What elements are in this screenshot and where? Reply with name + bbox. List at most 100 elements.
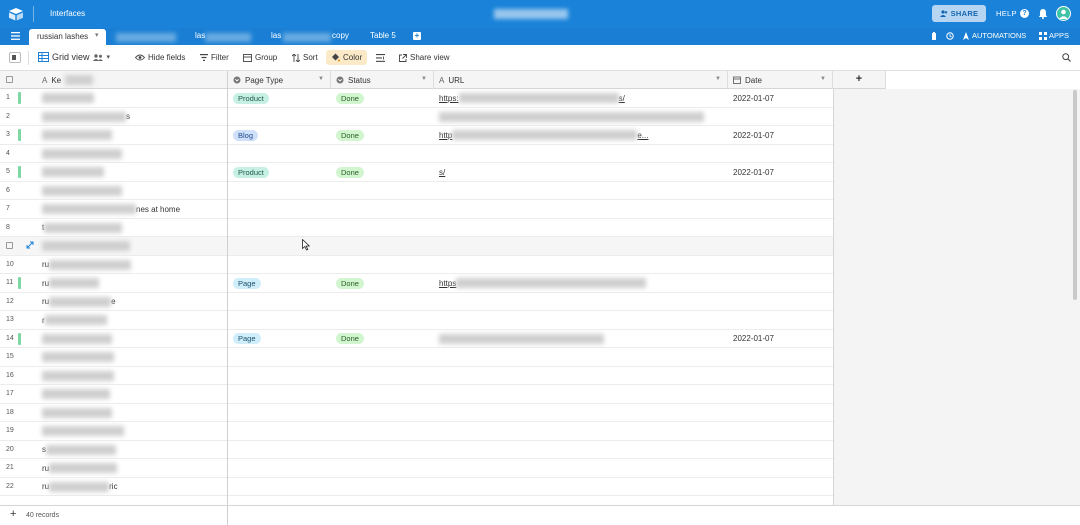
cell-date[interactable]: 2022-01-07 xyxy=(728,126,833,144)
cell-url[interactable] xyxy=(434,256,728,274)
table-row[interactable]: 14 Page Done 2022-01-07 xyxy=(0,330,833,348)
cell-status[interactable]: Done xyxy=(331,163,434,181)
cell-page-type[interactable] xyxy=(228,200,331,218)
cell-key[interactable]: ru xyxy=(37,274,227,292)
sort-button[interactable]: Sort xyxy=(292,53,318,62)
cell-url[interactable] xyxy=(434,219,728,237)
cell-status[interactable] xyxy=(331,478,434,496)
cell-key[interactable] xyxy=(37,348,227,366)
cell-url[interactable] xyxy=(434,145,728,163)
cell-date[interactable] xyxy=(728,182,833,200)
table-row[interactable]: 2s xyxy=(0,108,833,126)
table-row[interactable]: 5 Product Done s/2022-01-07 xyxy=(0,163,833,182)
apps-button[interactable]: APPS xyxy=(1049,31,1069,40)
cell-date[interactable] xyxy=(728,293,833,311)
table-row[interactable]: 19 xyxy=(0,422,833,441)
table-row[interactable]: 16 xyxy=(0,367,833,385)
table-row[interactable]: 20 s xyxy=(0,441,833,459)
tab-russian-lashes[interactable]: russian lashes ▾ xyxy=(29,29,106,45)
cell-key[interactable] xyxy=(37,404,227,422)
cell-date[interactable] xyxy=(728,256,833,274)
help-icon[interactable]: ? xyxy=(1020,9,1029,18)
table-row[interactable]: 8t xyxy=(0,219,833,237)
automations-button[interactable]: AUTOMATIONS xyxy=(972,31,1026,40)
cell-status[interactable] xyxy=(331,311,434,329)
interfaces-link[interactable]: Interfaces xyxy=(50,9,85,18)
cell-url[interactable] xyxy=(434,182,728,200)
cell-date[interactable]: 2022-01-07 xyxy=(728,330,833,348)
cell-key[interactable]: ru xyxy=(37,256,227,274)
help-link[interactable]: HELP xyxy=(996,9,1017,18)
cell-key[interactable] xyxy=(37,163,227,181)
cell-date[interactable] xyxy=(728,219,833,237)
cell-page-type[interactable] xyxy=(228,108,331,126)
table-row[interactable]: 1 Product Done https: s/2022-01-07 xyxy=(0,89,833,108)
table-row[interactable]: 3 Blog Done http e... 2022-01-07 xyxy=(0,126,833,145)
cell-key[interactable]: r xyxy=(37,311,227,329)
cell-page-type[interactable] xyxy=(228,311,331,329)
cell-status[interactable]: Done xyxy=(331,330,434,348)
cell-date[interactable] xyxy=(728,367,833,385)
cell-page-type[interactable] xyxy=(228,404,331,422)
column-header-date[interactable]: Date ▼ xyxy=(728,71,833,89)
cell-date[interactable] xyxy=(728,274,833,292)
grid-view-switcher[interactable]: Grid view ▾ xyxy=(38,52,110,62)
cell-status[interactable] xyxy=(331,422,434,440)
table-row[interactable] xyxy=(0,237,833,256)
cell-url[interactable] xyxy=(434,385,728,403)
vertical-scrollbar[interactable] xyxy=(1073,90,1077,300)
cell-key[interactable]: t xyxy=(37,219,227,237)
cell-status[interactable] xyxy=(331,108,434,126)
cell-url[interactable]: http e... xyxy=(434,126,728,144)
share-button[interactable]: SHARE xyxy=(932,5,986,22)
notifications-bell-icon[interactable] xyxy=(1038,8,1048,19)
url-link[interactable]: s/ xyxy=(619,94,625,103)
cell-page-type[interactable] xyxy=(228,145,331,163)
add-table-icon[interactable]: + xyxy=(413,32,421,40)
add-field-button[interactable]: + xyxy=(833,71,886,89)
table-row[interactable]: 22 ru ric xyxy=(0,478,833,496)
url-link[interactable]: http xyxy=(439,131,452,140)
cell-page-type[interactable]: Page xyxy=(228,274,331,292)
table-row[interactable]: 4 xyxy=(0,145,833,163)
cell-status[interactable] xyxy=(331,200,434,218)
sidebar-toggle-icon[interactable] xyxy=(9,52,21,63)
cell-url[interactable] xyxy=(434,367,728,385)
cell-key[interactable]: ru ric xyxy=(37,478,227,496)
cell-key[interactable] xyxy=(37,330,227,348)
select-all-checkbox[interactable] xyxy=(6,76,13,83)
url-link[interactable]: e... xyxy=(637,131,648,140)
table-row[interactable]: 15 xyxy=(0,348,833,367)
cell-page-type[interactable] xyxy=(228,459,331,477)
cell-key[interactable] xyxy=(37,145,227,163)
cell-status[interactable] xyxy=(331,367,434,385)
table-row[interactable]: 21 ru xyxy=(0,459,833,478)
cell-date[interactable] xyxy=(728,237,833,255)
cell-status[interactable] xyxy=(331,256,434,274)
airtable-logo-icon[interactable] xyxy=(8,6,24,22)
user-avatar[interactable] xyxy=(1056,6,1071,21)
cell-key[interactable]: ru e xyxy=(37,293,227,311)
url-link[interactable]: https xyxy=(439,279,456,288)
table-row[interactable]: 6 xyxy=(0,182,833,200)
column-header-key[interactable]: A Ke xyxy=(37,71,228,89)
cell-key[interactable] xyxy=(37,385,227,403)
cell-page-type[interactable] xyxy=(228,367,331,385)
cell-page-type[interactable] xyxy=(228,256,331,274)
cell-status[interactable] xyxy=(331,404,434,422)
hamburger-menu-icon[interactable] xyxy=(11,32,20,40)
cell-status[interactable] xyxy=(331,182,434,200)
cell-key[interactable] xyxy=(37,422,227,440)
cell-page-type[interactable]: Blog xyxy=(228,126,331,144)
cell-url[interactable] xyxy=(434,459,728,477)
chevron-down-icon[interactable]: ▾ xyxy=(107,53,111,61)
cell-status[interactable] xyxy=(331,145,434,163)
cell-key[interactable] xyxy=(37,367,227,385)
cell-date[interactable] xyxy=(728,311,833,329)
table-row[interactable]: 10 ru xyxy=(0,256,833,274)
chevron-down-icon[interactable]: ▼ xyxy=(318,76,324,82)
cell-page-type[interactable] xyxy=(228,237,331,255)
cell-status[interactable] xyxy=(331,219,434,237)
tab-table-5[interactable]: Table 5 xyxy=(370,31,396,40)
hide-fields-button[interactable]: Hide fields xyxy=(135,53,185,62)
